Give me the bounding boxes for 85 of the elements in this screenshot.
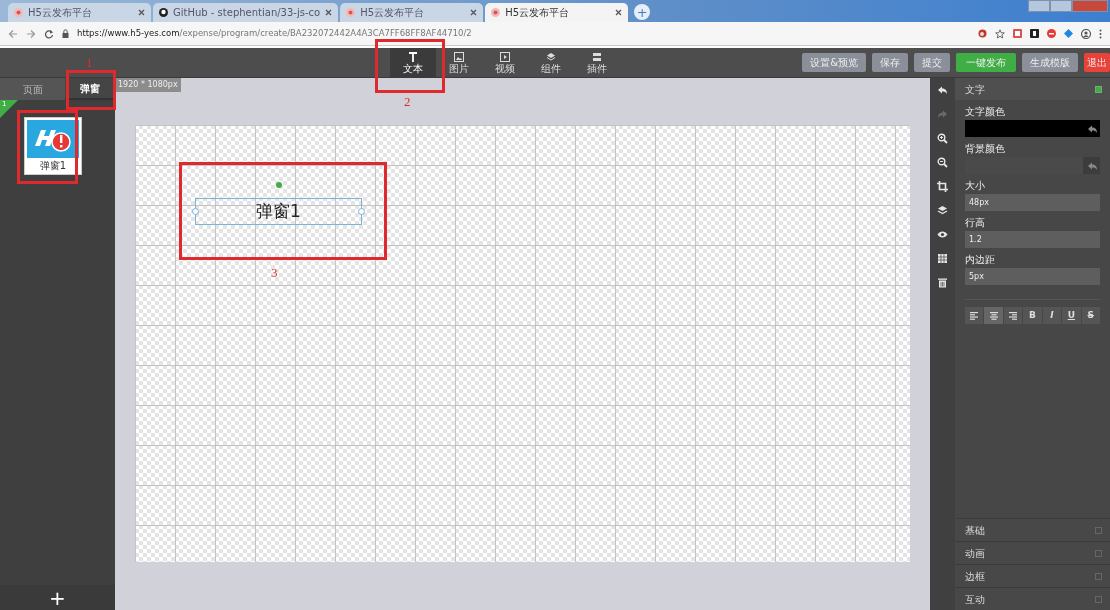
- field-label: 背景颜色: [964, 142, 1006, 156]
- annotation-number: 2: [404, 95, 411, 108]
- browser-tab[interactable]: H5云发布平台: [8, 3, 151, 22]
- thumbnail-caption: 弹窗1: [38, 160, 68, 172]
- account-icon[interactable]: [1081, 28, 1091, 39]
- more-icon[interactable]: [1099, 28, 1102, 39]
- panel-title: 文字: [965, 82, 985, 97]
- extension-icon[interactable]: [1030, 29, 1039, 38]
- align-left-icon: [969, 310, 980, 321]
- checkbox[interactable]: [1095, 549, 1102, 557]
- field-label: 大小: [964, 179, 986, 193]
- tab-title: H5云发布平台: [28, 6, 93, 20]
- browser-tab[interactable]: H5云发布平台: [340, 3, 484, 22]
- grid-icon[interactable]: [937, 252, 948, 264]
- section-title: 互动: [965, 592, 985, 607]
- bookmark-star-icon[interactable]: [995, 28, 1005, 39]
- format-button[interactable]: [965, 307, 984, 324]
- text-icon: [408, 52, 418, 62]
- format-button[interactable]: [1003, 307, 1023, 324]
- reload-icon[interactable]: [44, 28, 54, 39]
- color-field[interactable]: [965, 120, 1100, 137]
- browser-tab[interactable]: GitHub - stephentian/33-js-co: [153, 3, 339, 22]
- crop-icon[interactable]: [937, 180, 948, 192]
- input-field[interactable]: 5px: [965, 268, 1100, 285]
- tab-title: H5云发布平台: [360, 6, 426, 20]
- input-field[interactable]: 48px: [965, 194, 1100, 211]
- field-label: 行高: [964, 216, 986, 230]
- popup-thumbnail[interactable]: 弹窗1: [24, 117, 82, 175]
- format-button[interactable]: B: [1023, 307, 1042, 324]
- reset-icon[interactable]: [1086, 160, 1097, 171]
- reset-icon[interactable]: [1086, 123, 1097, 134]
- checkbox[interactable]: [1095, 572, 1102, 580]
- grid-icon: [592, 52, 602, 62]
- site-icon: [346, 8, 356, 17]
- format-button[interactable]: I: [1042, 307, 1062, 324]
- close-icon[interactable]: [138, 9, 145, 16]
- checkbox[interactable]: [1095, 595, 1102, 603]
- tool-button[interactable]: 组件: [528, 48, 574, 78]
- site-icon: [491, 8, 501, 17]
- section-title: 边框: [965, 569, 985, 584]
- resize-handle[interactable]: [192, 208, 199, 215]
- add-button[interactable]: +: [0, 585, 115, 610]
- layers-icon[interactable]: [937, 204, 948, 216]
- align-center-icon: [988, 310, 999, 321]
- tool-button[interactable]: 插件: [574, 48, 620, 78]
- zoom-in-icon[interactable]: [937, 132, 948, 144]
- checkbox[interactable]: [1095, 526, 1102, 534]
- popup-preview-drawing: [27, 120, 79, 158]
- resize-handle[interactable]: [358, 208, 365, 215]
- tab-title: H5云发布平台: [505, 6, 571, 20]
- format-button[interactable]: S: [1081, 307, 1100, 324]
- annotation-number: 1: [86, 56, 93, 69]
- tool-button[interactable]: 图片: [436, 48, 482, 78]
- panel-tab[interactable]: 弹窗: [65, 78, 115, 100]
- browser-tab[interactable]: H5云发布平台: [485, 3, 629, 22]
- format-button[interactable]: U: [1062, 307, 1081, 324]
- section-title: 基础: [965, 523, 985, 538]
- tool-button[interactable]: 视频: [482, 48, 528, 78]
- lock-icon: [62, 29, 69, 38]
- trash-icon[interactable]: [937, 276, 948, 288]
- format-button[interactable]: [984, 307, 1003, 324]
- tab-title: GitHub - stephentian/33-js-co: [173, 6, 321, 20]
- align-right-icon: [1008, 310, 1019, 321]
- checkbox[interactable]: [1095, 85, 1102, 93]
- close-icon[interactable]: [615, 9, 623, 16]
- layers-icon: [546, 52, 556, 62]
- action-button[interactable]: 退出: [1084, 53, 1110, 72]
- input-field[interactable]: 1.2: [965, 231, 1100, 248]
- tool-button[interactable]: 文本: [390, 48, 436, 78]
- github-icon: [159, 8, 168, 17]
- undo-icon[interactable]: [937, 84, 948, 96]
- close-icon[interactable]: [470, 9, 478, 16]
- field-label: 内边距: [964, 253, 996, 267]
- annotation-number: 3: [271, 266, 278, 279]
- new-tab-button[interactable]: +: [634, 4, 651, 20]
- zoom-out-icon[interactable]: [937, 156, 948, 168]
- rotate-handle[interactable]: [276, 182, 282, 188]
- video-icon: [500, 52, 510, 62]
- field-label: 文字颜色: [964, 105, 1006, 119]
- site-icon: [14, 8, 23, 17]
- section-title: 动画: [965, 546, 985, 561]
- close-icon[interactable]: [325, 9, 333, 16]
- image-icon: [454, 52, 464, 62]
- canvas-size-label: 1920 * 1080px: [115, 78, 181, 92]
- annotation-box: [375, 39, 445, 93]
